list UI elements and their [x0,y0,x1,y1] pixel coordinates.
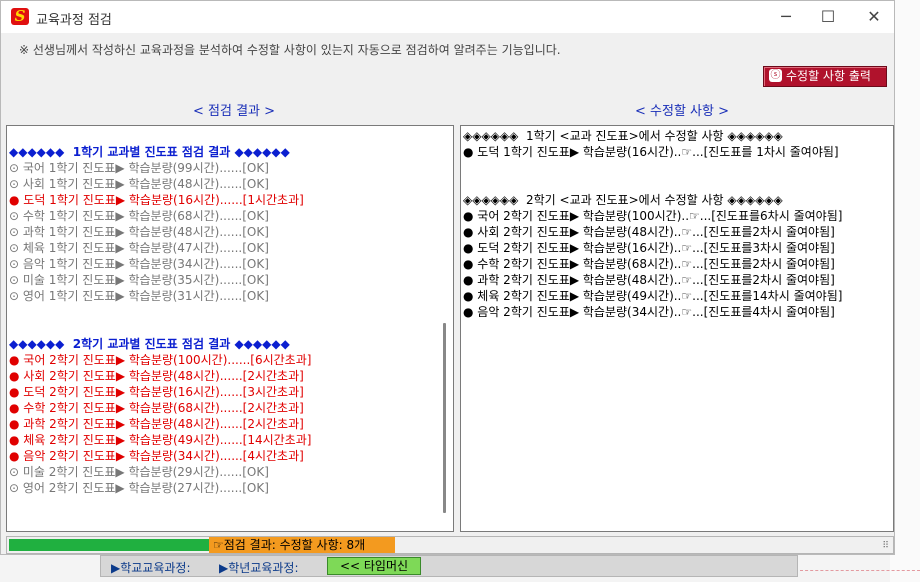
check-result-line [9,304,439,320]
fix-items-label: < 수정할 사항 > [635,104,729,119]
status-bar: ☞점검 결과: 수정할 사항: 8개 ⠿ [6,536,894,554]
resize-grip-icon[interactable]: ⠿ [882,541,889,551]
title-bar: S 교육과정 점검 ─ ☐ ✕ [1,1,894,33]
close-button[interactable]: ✕ [859,5,889,29]
check-result-line: ⊙ 미술 2학기 진도표▶ 학습분량(29시간)......[OK] [9,465,269,479]
check-result-line: ⊙ 체육 1학기 진도표▶ 학습분량(47시간)......[OK] [9,241,269,255]
check-result-line: ● 사회 2학기 진도표▶ 학습분량(48시간)......[2시간초과] [9,369,304,383]
bottom-toolbar: ▶학교교육과정: ▶학년교육과정: << 타임머신 [100,555,798,577]
timemachine-button[interactable]: << 타임머신 [327,557,421,575]
check-result-line: ● 도덕 1학기 진도표▶ 학습분량(16시간)......[1시간초과] [9,193,304,207]
fix-item-line: ● 수학 2학기 진도표▶ 학습분량(68시간)..☞...[진도표를2차시 줄… [463,257,835,271]
print-fixes-label: 수정할 사항 출력 [786,69,871,83]
fix-item-line: ● 체육 2학기 진도표▶ 학습분량(49시간)..☞...[진도표를14차시 … [463,289,843,303]
fix-item-line: ● 음악 2학기 진도표▶ 학습분량(34시간)..☞...[진도표를4차시 줄… [463,305,835,319]
school-curriculum-link[interactable]: ▶학교교육과정: [111,559,191,576]
check-result-line: ⊙ 영어 2학기 진도표▶ 학습분량(27시간)......[OK] [9,481,269,495]
fix-item-line: ● 사회 2학기 진도표▶ 학습분량(48시간)..☞...[진도표를2차시 줄… [463,225,835,239]
check-result-line: ◆◆◆◆◆◆ 2학기 교과별 진도표 점검 결과 ◆◆◆◆◆◆ [9,337,290,351]
check-result-line: ◆◆◆◆◆◆ 1학기 교과별 진도표 점검 결과 ◆◆◆◆◆◆ [9,145,290,159]
fix-items-lines: ◈◈◈◈◈◈ 1학기 <교과 진도표>에서 수정할 사항 ◈◈◈◈◈◈ ● 도덕 … [463,128,879,320]
check-result-line: ⊙ 음악 1학기 진도표▶ 학습분량(34시간)......[OK] [9,257,269,271]
minimize-button[interactable]: ─ [771,5,801,29]
check-result-line: ● 국어 2학기 진도표▶ 학습분량(100시간)......[6시간초과] [9,353,312,367]
check-result-line: ⊙ 사회 1학기 진도표▶ 학습분량(48시간)......[OK] [9,177,269,191]
check-result-label: < 점검 결과 > [193,104,276,119]
check-result-line: ⊙ 수학 1학기 진도표▶ 학습분량(68시간)......[OK] [9,209,269,223]
check-result-line: ● 수학 2학기 진도표▶ 학습분량(68시간)......[2시간초과] [9,401,304,415]
check-result-line: ⊙ 과학 1학기 진도표▶ 학습분량(48시간)......[OK] [9,225,269,239]
fix-item-line: ● 도덕 1학기 진도표▶ 학습분량(16시간)..☞...[진도표를 1차시 … [463,145,839,159]
maximize-button[interactable]: ☐ [813,5,843,29]
decorative-divider [800,570,920,571]
check-result-line: ● 체육 2학기 진도표▶ 학습분량(49시간)......[14시간초과] [9,433,312,447]
check-result-line: ⊙ 미술 1학기 진도표▶ 학습분량(35시간)......[OK] [9,273,269,287]
check-result-line [9,320,439,336]
fix-items-list[interactable]: ◈◈◈◈◈◈ 1학기 <교과 진도표>에서 수정할 사항 ◈◈◈◈◈◈ ● 도덕 … [460,125,894,532]
check-result-line [9,128,439,144]
fix-item-line [463,160,879,176]
fix-item-line: ● 과학 2학기 진도표▶ 학습분량(48시간)..☞...[진도표를2차시 줄… [463,273,835,287]
check-result-lines: ◆◆◆◆◆◆ 1학기 교과별 진도표 점검 결과 ◆◆◆◆◆◆ ⊙ 국어 1학기 … [9,128,439,496]
grade-curriculum-link[interactable]: ▶학년교육과정: [219,559,299,576]
fix-item-line [463,176,879,192]
fix-item-line: ◈◈◈◈◈◈ 2학기 <교과 진도표>에서 수정할 사항 ◈◈◈◈◈◈ [463,193,783,207]
fix-item-line: ● 도덕 2학기 진도표▶ 학습분량(16시간)..☞...[진도표를3차시 줄… [463,241,835,255]
fix-item-line: ◈◈◈◈◈◈ 1학기 <교과 진도표>에서 수정할 사항 ◈◈◈◈◈◈ [463,129,783,143]
check-result-line: ⊙ 영어 1학기 진도표▶ 학습분량(31시간)......[OK] [9,289,269,303]
description-text: ※ 선생님께서 작성하신 교육과정을 분석하여 수정할 사항이 있는지 자동으로… [19,43,561,57]
status-text: ☞점검 결과: 수정할 사항: 8개 [209,537,395,553]
fix-item-line: ● 국어 2학기 진도표▶ 학습분량(100시간)..☞...[진도표를6차시 … [463,209,843,223]
app-logo-icon: S [11,8,29,25]
print-icon: ⓢ [769,69,782,82]
curriculum-check-window: S 교육과정 점검 ─ ☐ ✕ ※ 선생님께서 작성하신 교육과정을 분석하여 … [0,0,895,555]
progress-bar [9,539,209,551]
check-result-line: ● 과학 2학기 진도표▶ 학습분량(48시간)......[2시간초과] [9,417,304,431]
print-fixes-button[interactable]: ⓢ 수정할 사항 출력 [763,66,887,87]
check-result-line: ● 음악 2학기 진도표▶ 학습분량(34시간)......[4시간초과] [9,449,304,463]
check-result-scrollbar[interactable] [443,323,446,513]
check-result-line: ● 도덕 2학기 진도표▶ 학습분량(16시간)......[3시간초과] [9,385,304,399]
check-result-line: ⊙ 국어 1학기 진도표▶ 학습분량(99시간)......[OK] [9,161,269,175]
window-title: 교육과정 점검 [36,13,112,28]
check-result-list[interactable]: ◆◆◆◆◆◆ 1학기 교과별 진도표 점검 결과 ◆◆◆◆◆◆ ⊙ 국어 1학기 … [6,125,454,532]
